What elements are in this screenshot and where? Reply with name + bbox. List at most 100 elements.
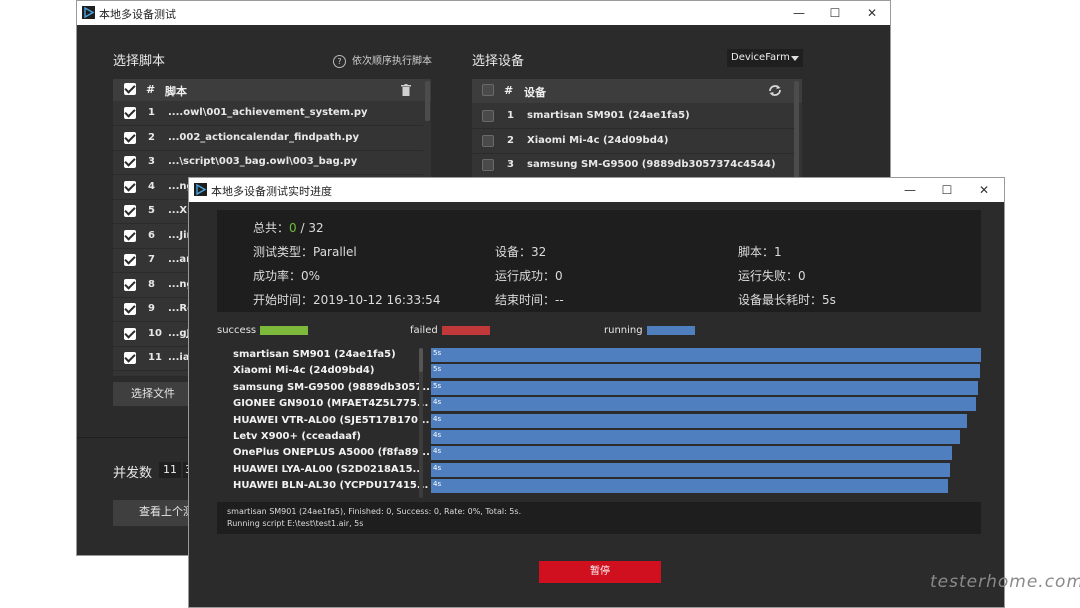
script-row-name: ...gJ — [168, 327, 191, 339]
device-list: # 设备 1 smartisan SM901 (24ae1fa5) 2 Xiaomi … — [472, 79, 802, 179]
app-logo-icon — [194, 183, 207, 196]
total-separator: / — [296, 221, 309, 235]
script-checkbox[interactable] — [124, 278, 136, 291]
script-checkbox[interactable] — [124, 107, 136, 119]
device-name: Xiaomi Mi-4c (24d09bd4) — [233, 365, 375, 377]
device-header-name: 设备 — [524, 86, 546, 99]
device-time-label: 4s — [433, 447, 442, 456]
device-progress-bar: 4s — [431, 479, 948, 494]
legend-running: running — [604, 325, 695, 336]
total-all: 32 — [308, 221, 324, 235]
device-name: OnePlus ONEPLUS A5000 (f8fa89... — [233, 447, 430, 459]
device-checkbox[interactable] — [482, 134, 494, 147]
back-window-title: 本地多设备测试 — [99, 8, 176, 21]
start-time: 开始时间：2019-10-12 16:33:54 — [253, 293, 441, 307]
script-list-scrollbar[interactable] — [425, 81, 430, 121]
script-checkbox[interactable] — [124, 131, 136, 144]
device-time-label: 5s — [433, 381, 442, 390]
minimize-button[interactable]: — — [895, 180, 925, 200]
select-all-devices-checkbox[interactable] — [482, 84, 494, 96]
legend-running-swatch — [646, 325, 695, 335]
script-checkbox[interactable] — [124, 352, 136, 364]
device-row[interactable]: 2 Xiaomi Mi-4c (24d09bd4) — [472, 129, 794, 154]
device-time-label: 4s — [433, 463, 442, 472]
script-heading: 选择脚本 — [113, 54, 166, 69]
log-line-status: smartisan SM901 (24ae1fa5), Finished: 0,… — [227, 507, 522, 516]
device-row-name: smartisan SM901 (24ae1fa5) — [527, 110, 690, 121]
device-time-label: 4s — [433, 431, 442, 439]
device-row-name: Xiaomi Mi-4c (24d09bd4) — [527, 134, 669, 146]
app-logo-icon — [82, 6, 95, 19]
sequential-hint[interactable]: ? 依次顺序执行脚本 — [333, 52, 432, 68]
device-row[interactable]: 1 smartisan SM901 (24ae1fa5) — [472, 104, 794, 129]
script-row-num: 5 — [148, 205, 155, 216]
run-success: 运行成功：0 — [495, 269, 563, 283]
select-file-button[interactable]: 选择文件 — [113, 382, 193, 406]
maximize-button[interactable]: ☐ — [820, 3, 850, 23]
script-row-name: ....owl\001_achievement_system.py — [168, 107, 368, 118]
concurrency-label: 并发数 — [113, 466, 153, 481]
device-progress-bar: 5s — [431, 364, 980, 379]
script-checkbox[interactable] — [124, 327, 136, 340]
minimize-button[interactable]: — — [784, 3, 814, 23]
device-row[interactable]: 3 samsung SM-G9500 (9889db3057374c4544) — [472, 153, 794, 178]
device-progress-bar: 5s — [431, 348, 981, 362]
view-last-test-button[interactable]: 查看上个测 — [113, 500, 189, 526]
device-row-num: 3 — [507, 159, 514, 170]
device-progress-bar: 4s — [431, 413, 967, 428]
trash-icon[interactable] — [401, 84, 411, 96]
front-window-title: 本地多设备测试实时进度 — [211, 185, 332, 198]
device-source-select[interactable]: DeviceFarm — [727, 49, 803, 67]
script-row-num: 3 — [148, 156, 155, 167]
device-heading: 选择设备 — [472, 54, 525, 69]
device-time-label: 5s — [433, 349, 442, 357]
device-time-label: 5s — [433, 365, 442, 374]
device-header-num: # — [504, 84, 514, 97]
device-source-value: DeviceFarm — [731, 52, 790, 63]
back-titlebar: 本地多设备测试 — ☐ ✕ — [77, 1, 890, 25]
script-row-num: 6 — [148, 229, 155, 241]
script-row[interactable]: 1 ....owl\001_achievement_system.py — [113, 101, 423, 126]
script-checkbox[interactable] — [124, 254, 136, 266]
script-checkbox[interactable] — [124, 205, 136, 217]
script-row-num: 9 — [148, 303, 155, 314]
close-button[interactable]: ✕ — [857, 3, 887, 23]
script-row[interactable]: 3 ...\script\003_bag.owl\003_bag.py — [113, 150, 423, 175]
run-failed: 运行失败：0 — [738, 269, 806, 283]
device-progress-bar: 4s — [431, 430, 960, 444]
max-device-time: 设备最长耗时：5s — [738, 293, 836, 307]
device-name: HUAWEI LYA-AL00 (S2D0218A15... — [233, 463, 424, 475]
device-row-num: 1 — [507, 110, 514, 121]
front-window-body: 总共：0 / 32 测试类型：Parallel 设备：32 脚本：1 成功率：0… — [189, 202, 1004, 607]
device-name: GIONEE GN9010 (MFAET4Z5L775... — [233, 398, 429, 410]
refresh-icon[interactable] — [768, 84, 782, 97]
device-progress-bar: 4s — [431, 462, 950, 477]
script-checkbox[interactable] — [124, 303, 136, 315]
device-checkbox[interactable] — [482, 110, 494, 122]
device-name: samsung SM-G9500 (9889db3057... — [233, 381, 434, 393]
device-list-header: # 设备 — [472, 79, 802, 103]
script-header-name: 脚本 — [165, 85, 187, 98]
device-list-scrollbar[interactable] — [794, 81, 799, 179]
script-checkbox[interactable] — [124, 229, 136, 242]
front-titlebar: 本地多设备测试实时进度 — ☐ ✕ — [189, 178, 1004, 202]
close-button[interactable]: ✕ — [969, 180, 999, 200]
success-rate: 成功率：0% — [253, 269, 321, 283]
pause-button[interactable]: 暂停 — [539, 561, 661, 583]
maximize-button[interactable]: ☐ — [932, 180, 962, 200]
select-all-scripts-checkbox[interactable] — [124, 83, 136, 95]
script-row-num: 10 — [148, 327, 162, 339]
script-row[interactable]: 2 ...002_actioncalendar_findpath.py — [113, 126, 423, 151]
script-row-num: 4 — [148, 180, 155, 192]
script-checkbox[interactable] — [124, 180, 136, 193]
summary-panel: 总共：0 / 32 测试类型：Parallel 设备：32 脚本：1 成功率：0… — [217, 210, 981, 312]
legend-failed-label: failed — [410, 325, 438, 336]
progress-list-scrollbar[interactable] — [419, 348, 423, 498]
device-checkbox[interactable] — [482, 159, 494, 171]
script-row-num: 8 — [148, 278, 155, 290]
concurrency-input[interactable]: 11 — [159, 462, 181, 478]
watermark: testerhome.com — [930, 572, 1080, 592]
script-checkbox[interactable] — [124, 156, 136, 168]
log-line-running: Running script E:\test\test1.air, 5s — [227, 519, 364, 528]
help-icon[interactable]: ? — [333, 54, 346, 68]
